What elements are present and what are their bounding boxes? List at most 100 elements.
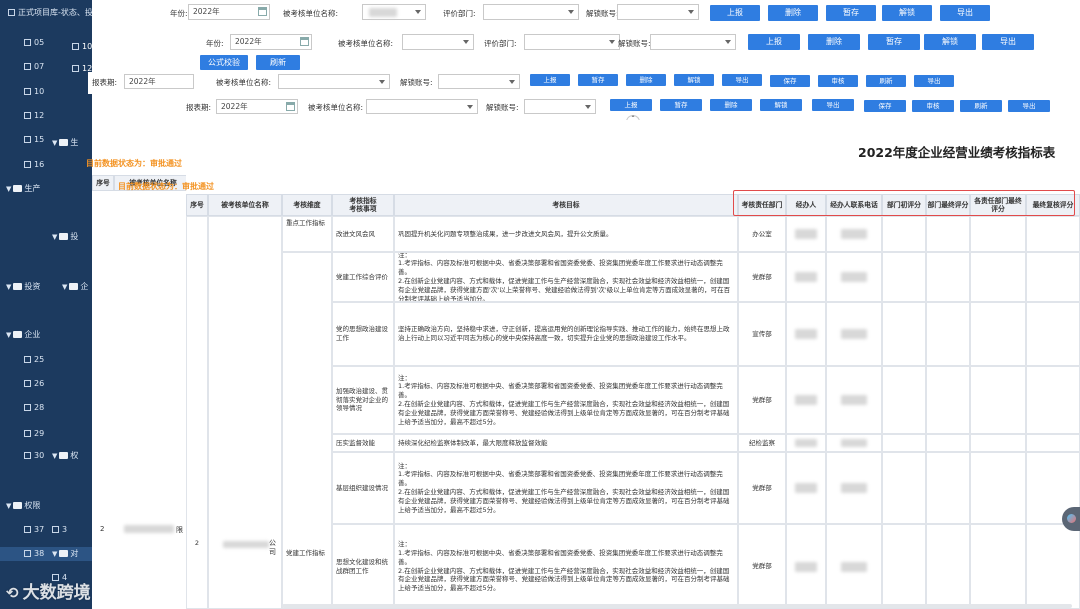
year-input-2[interactable]: 2022年 bbox=[230, 34, 312, 50]
score-cell[interactable] bbox=[882, 216, 926, 252]
score-cell[interactable] bbox=[882, 252, 926, 302]
toolbar-button[interactable]: 导出 bbox=[982, 34, 1034, 50]
toolbar-button[interactable]: 暂存 bbox=[578, 74, 618, 86]
expand-icon[interactable]: ▼ bbox=[6, 328, 11, 342]
toolbar-button[interactable]: 保存 bbox=[770, 75, 810, 87]
account-select-3[interactable] bbox=[438, 74, 520, 89]
expand-icon[interactable]: ▼ bbox=[6, 280, 11, 294]
score-cell[interactable] bbox=[970, 434, 1026, 452]
year-input[interactable]: 2022年 bbox=[188, 4, 270, 20]
toolbar-button[interactable]: 上报 bbox=[710, 5, 760, 21]
toolbar-button[interactable]: 导出 bbox=[940, 5, 990, 21]
score-cell[interactable] bbox=[926, 434, 970, 452]
toolbar-button[interactable]: 刷新 bbox=[960, 100, 1002, 112]
sidebar-item[interactable]: 10 bbox=[24, 85, 44, 99]
sidebar-item[interactable]: ▼ 生产 bbox=[6, 182, 40, 196]
period-input-4[interactable]: 2022年 bbox=[216, 99, 298, 114]
expand-icon[interactable]: ▼ bbox=[6, 182, 11, 196]
toolbar-button[interactable]: 上报 bbox=[748, 34, 800, 50]
toolbar-button[interactable]: 删除 bbox=[626, 74, 666, 86]
toolbar-button[interactable]: 删除 bbox=[710, 99, 752, 111]
sidebar-item[interactable]: 05 bbox=[24, 36, 44, 50]
toolbar-button[interactable]: 删除 bbox=[768, 5, 818, 21]
toolbar-button[interactable]: 解锁 bbox=[924, 34, 976, 50]
toolbar-button[interactable]: 解锁 bbox=[674, 74, 714, 86]
expand-icon[interactable]: ▼ bbox=[52, 230, 57, 244]
toolbar-button[interactable]: 暂存 bbox=[660, 99, 702, 111]
sidebar-item[interactable]: 30 bbox=[24, 449, 44, 463]
formula-check-button[interactable]: 公式校验 bbox=[200, 55, 248, 70]
sidebar-item[interactable]: 29 bbox=[24, 427, 44, 441]
expand-icon[interactable]: ▼ bbox=[52, 547, 57, 561]
sidebar-item[interactable]: ▼ 企业 bbox=[6, 328, 40, 342]
score-cell[interactable] bbox=[970, 216, 1026, 252]
toolbar-button[interactable]: 暂存 bbox=[868, 34, 920, 50]
score-cell[interactable] bbox=[926, 302, 970, 366]
score-cell[interactable] bbox=[1026, 366, 1080, 434]
score-cell[interactable] bbox=[882, 302, 926, 366]
toolbar-button[interactable]: 审核 bbox=[912, 100, 954, 112]
sidebar-item[interactable]: 07 bbox=[24, 60, 44, 74]
sidebar-item[interactable]: 26 bbox=[24, 377, 44, 391]
unit-name-select-4[interactable] bbox=[366, 99, 478, 114]
toolbar-button[interactable]: 保存 bbox=[864, 100, 906, 112]
score-cell[interactable] bbox=[970, 252, 1026, 302]
sidebar-item[interactable]: ▼ 投资 bbox=[6, 280, 40, 294]
toolbar-button[interactable]: 解锁 bbox=[882, 5, 932, 21]
toolbar-button[interactable]: 解锁 bbox=[760, 99, 802, 111]
score-cell[interactable] bbox=[882, 452, 926, 524]
toolbar-button[interactable]: 审核 bbox=[818, 75, 858, 87]
toolbar-button[interactable]: 导出 bbox=[722, 74, 762, 86]
score-cell[interactable] bbox=[970, 366, 1026, 434]
unit-name-select-3[interactable] bbox=[278, 74, 390, 89]
sidebar-item[interactable]: ▼ 权限 bbox=[6, 499, 40, 513]
dept-select-2[interactable] bbox=[524, 34, 620, 50]
toolbar-button[interactable]: 导出 bbox=[914, 75, 954, 87]
sidebar-item[interactable]: ▼ 投 bbox=[52, 230, 78, 244]
expand-icon[interactable]: ▼ bbox=[6, 499, 11, 513]
period-input-3[interactable]: 2022年 bbox=[124, 74, 194, 89]
sidebar-item[interactable]: 12 bbox=[24, 109, 44, 123]
toolbar-button[interactable]: 上报 bbox=[530, 74, 570, 86]
score-cell[interactable] bbox=[1026, 434, 1080, 452]
sidebar-sub-item[interactable]: 12部门投资计划上半年投资 bbox=[72, 62, 180, 76]
toolbar-button[interactable]: 删除 bbox=[808, 34, 860, 50]
unit-name-select-2[interactable] bbox=[402, 34, 474, 50]
sidebar-item[interactable]: 15 bbox=[24, 133, 44, 147]
refresh-button[interactable]: 刷新 bbox=[256, 55, 300, 70]
sidebar-item[interactable]: 3 bbox=[52, 523, 67, 537]
toolbar-button[interactable]: 暂存 bbox=[826, 5, 876, 21]
sidebar-item[interactable]: 28 bbox=[24, 401, 44, 415]
score-cell[interactable] bbox=[926, 252, 970, 302]
account-select[interactable] bbox=[617, 4, 699, 20]
score-cell[interactable] bbox=[882, 366, 926, 434]
dept-select[interactable] bbox=[483, 4, 579, 20]
unit-name-select[interactable] bbox=[362, 4, 426, 20]
sidebar-item[interactable]: ▼ 生 bbox=[52, 136, 78, 150]
score-cell[interactable] bbox=[926, 452, 970, 524]
score-cell[interactable] bbox=[1026, 524, 1080, 609]
sidebar-item[interactable]: 16 bbox=[24, 158, 44, 172]
expand-icon[interactable]: ▼ bbox=[52, 136, 57, 150]
score-cell[interactable] bbox=[1026, 252, 1080, 302]
sidebar-sub-item[interactable]: 10固定资产投资计划上半年 bbox=[72, 40, 180, 54]
score-cell[interactable] bbox=[882, 434, 926, 452]
score-cell[interactable] bbox=[926, 216, 970, 252]
account-select-4[interactable] bbox=[524, 99, 596, 114]
score-cell[interactable] bbox=[882, 524, 926, 609]
account-select-2[interactable] bbox=[650, 34, 736, 50]
sidebar-item[interactable]: ▼ 企 bbox=[62, 280, 88, 294]
toolbar-button[interactable]: 上报 bbox=[610, 99, 652, 111]
score-cell[interactable] bbox=[926, 366, 970, 434]
assistant-float-icon[interactable] bbox=[1062, 507, 1080, 531]
sidebar-item[interactable]: ▼ 权 bbox=[52, 449, 78, 463]
expand-icon[interactable]: ▼ bbox=[62, 280, 67, 294]
score-cell[interactable] bbox=[926, 524, 970, 609]
sidebar-item[interactable]: ▼ 对 bbox=[52, 547, 78, 561]
score-cell[interactable] bbox=[1026, 216, 1080, 252]
sidebar-item[interactable]: 37 bbox=[24, 523, 44, 537]
score-cell[interactable] bbox=[970, 452, 1026, 524]
score-cell[interactable] bbox=[970, 302, 1026, 366]
score-cell[interactable] bbox=[970, 524, 1026, 609]
expand-icon[interactable]: ▼ bbox=[52, 449, 57, 463]
